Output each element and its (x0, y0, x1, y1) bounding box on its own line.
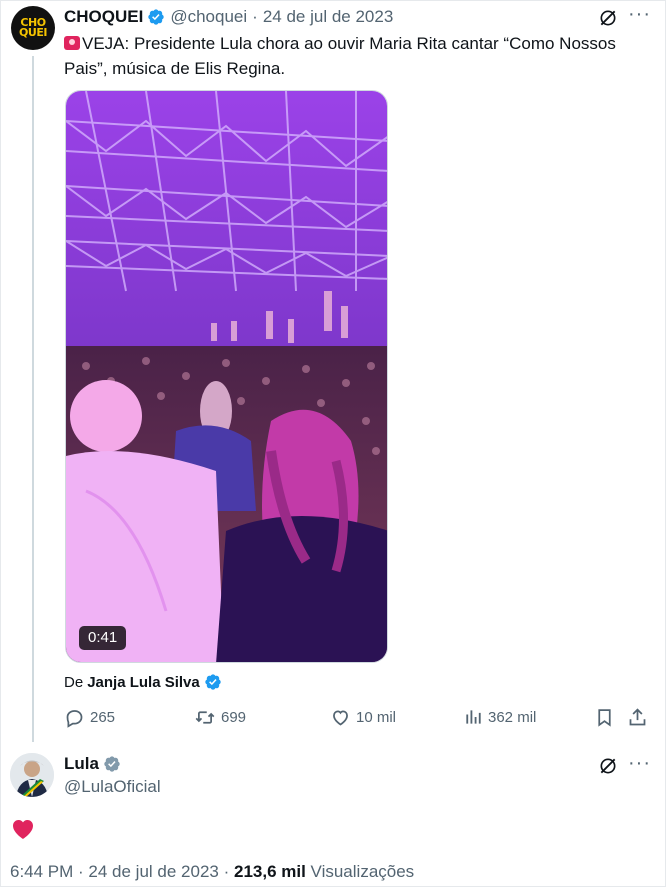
bookmark-button[interactable] (594, 705, 620, 729)
grok-icon[interactable] (598, 756, 618, 776)
views-icon (466, 710, 481, 724)
share-button[interactable] (627, 705, 653, 729)
avatar-lula[interactable] (10, 753, 54, 797)
like-count: 10 mil (356, 708, 397, 726)
video-duration-badge: 0:41 (79, 626, 127, 650)
reply-footer-meta: 6:44 PM · 24 de jul de 2023 · 213,6 mil … (10, 862, 414, 882)
from-prefix: De (64, 673, 84, 691)
like-button[interactable]: 10 mil (330, 705, 396, 729)
retweet-button[interactable]: 699 (194, 705, 246, 729)
separator-dot: · (252, 7, 258, 26)
views-button[interactable]: 362 mil (463, 705, 536, 729)
bookmark-icon (598, 708, 611, 727)
thread-connector-line (32, 56, 34, 742)
tweet-actions-bar: 265 699 10 mil 362 mil (64, 705, 654, 729)
author-handle[interactable]: @choquei (170, 7, 247, 27)
verified-badge-icon (205, 674, 221, 690)
tweet-header: CHOQUEI @choquei · 24 de jul de 2023 (64, 6, 393, 28)
avatar-choquei[interactable]: CHO QUEI (11, 6, 55, 50)
views-count: 362 mil (488, 708, 537, 726)
like-icon (333, 709, 348, 726)
tweet-text: VEJA: Presidente Lula chora ao ouvir Mar… (64, 31, 644, 81)
siren-emoji-icon (64, 36, 80, 50)
reply-author-handle[interactable]: @LulaOficial (64, 777, 161, 797)
tweet-date[interactable]: 24 de jul de 2023 (263, 7, 393, 27)
video-source-attribution: De Janja Lula Silva (64, 673, 222, 691)
tweet-text-body: VEJA: Presidente Lula chora ao ouvir Mar… (64, 34, 616, 78)
heart-icon (13, 820, 33, 839)
verified-badge-icon (148, 9, 165, 25)
reply-count: 265 (90, 708, 116, 726)
video-player[interactable] (65, 90, 388, 663)
avatar-text-line-2: QUEI (19, 26, 47, 39)
from-name-link[interactable]: Janja Lula Silva (87, 674, 200, 691)
verified-badge-icon (104, 756, 120, 772)
reply-author-name[interactable]: Lula (64, 754, 99, 774)
footer-views-label: Visualizações (310, 862, 415, 881)
share-icon (629, 707, 646, 725)
footer-time-date[interactable]: 6:44 PM · 24 de jul de 2023 · (10, 862, 229, 881)
avatar-photo (10, 753, 54, 797)
more-icon[interactable]: ··· (628, 753, 650, 776)
reply-icon (66, 709, 83, 728)
footer-views-count: 213,6 mil (233, 862, 306, 881)
video-thumbnail (66, 91, 387, 662)
author-name[interactable]: CHOQUEI (64, 7, 143, 27)
reply-header: Lula (64, 754, 121, 774)
retweet-count: 699 (221, 708, 247, 726)
retweet-icon (195, 710, 215, 724)
more-icon[interactable]: ··· (628, 4, 650, 27)
grok-icon[interactable] (598, 8, 618, 28)
reply-button[interactable]: 265 (64, 705, 115, 729)
